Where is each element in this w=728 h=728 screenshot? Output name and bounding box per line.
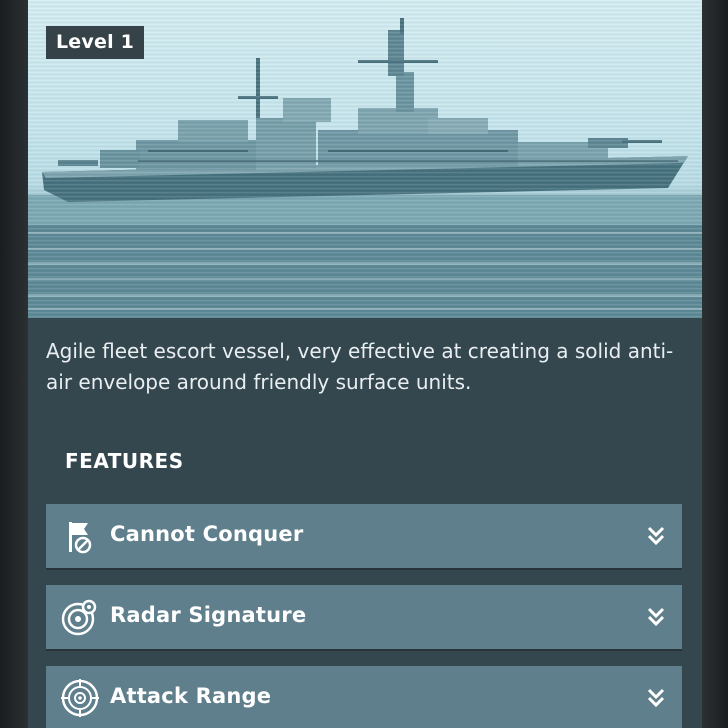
left-backdrop [0,0,28,728]
features-heading: FEATURES [65,449,184,473]
feature-cannot-conquer[interactable]: Cannot Conquer [46,504,682,568]
unit-description: Agile fleet escort vessel, very effectiv… [46,339,674,394]
unit-detail-panel: Level 1 Agile fleet escort vessel, very … [28,0,702,728]
double-chevron-down-icon [647,688,665,708]
level-badge: Level 1 [46,26,145,59]
feature-label: Radar Signature [110,603,307,627]
ship-image: Level 1 [28,0,702,318]
radar-icon [61,599,97,636]
double-chevron-down-icon [647,607,665,627]
right-backdrop [702,0,728,728]
feature-label: Attack Range [110,684,272,708]
crosshair-range-icon [61,679,99,717]
flag-blocked-icon [69,522,92,554]
double-chevron-down-icon [647,526,665,546]
feature-label: Cannot Conquer [110,522,304,546]
feature-radar-signature[interactable]: Radar Signature [46,585,682,649]
feature-attack-range[interactable]: Attack Range [46,666,682,728]
